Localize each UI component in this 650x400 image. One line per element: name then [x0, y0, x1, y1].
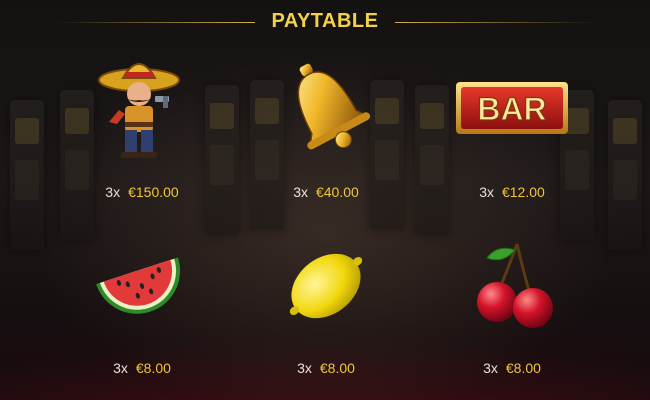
payout-multiplier: 3x	[105, 184, 121, 200]
payout-amount: €8.00	[505, 360, 541, 376]
payout-line: 3x €8.00	[62, 360, 222, 376]
payout-amount: €12.00	[501, 184, 545, 200]
paytable-entry-bandit: 3x €150.00	[62, 52, 222, 212]
payout-amount: €150.00	[128, 184, 179, 200]
paytable-header: PAYTABLE	[0, 0, 650, 44]
slot-machine	[608, 100, 642, 250]
header-divider-right	[395, 22, 595, 23]
paytable-entry-bar: BAR 3x €12.00	[432, 52, 592, 212]
payout-multiplier: 3x	[293, 184, 308, 200]
payout-line: 3x €40.00	[246, 184, 406, 200]
payout-amount: €8.00	[319, 360, 355, 376]
payout-multiplier: 3x	[113, 360, 128, 376]
slot-machine	[10, 100, 44, 250]
payout-amount: €40.00	[315, 184, 359, 200]
payout-line: 3x €12.00	[432, 184, 592, 200]
payout-multiplier: 3x	[479, 184, 494, 200]
payout-line: 3x €8.00	[246, 360, 406, 376]
lemon-icon	[246, 236, 406, 346]
payout-multiplier: 3x	[483, 360, 498, 376]
payout-multiplier: 3x	[297, 360, 312, 376]
payout-line: 3x €150.00	[62, 184, 222, 200]
payout-amount: €8.00	[135, 360, 171, 376]
bandit-icon	[62, 52, 222, 162]
paytable-entry-cherry: 3x €8.00	[432, 236, 592, 396]
payout-line: 3x €8.00	[432, 360, 592, 376]
watermelon-icon	[62, 236, 222, 346]
paytable-entry-bell: 3x €40.00	[246, 52, 406, 212]
paytable-entry-watermelon: 3x €8.00	[62, 236, 222, 396]
cherry-icon	[432, 236, 592, 346]
bell-icon	[246, 52, 406, 162]
bar-icon: BAR	[432, 52, 592, 162]
bar-symbol-text: BAR	[477, 91, 546, 127]
paytable-entry-lemon: 3x €8.00	[246, 236, 406, 396]
